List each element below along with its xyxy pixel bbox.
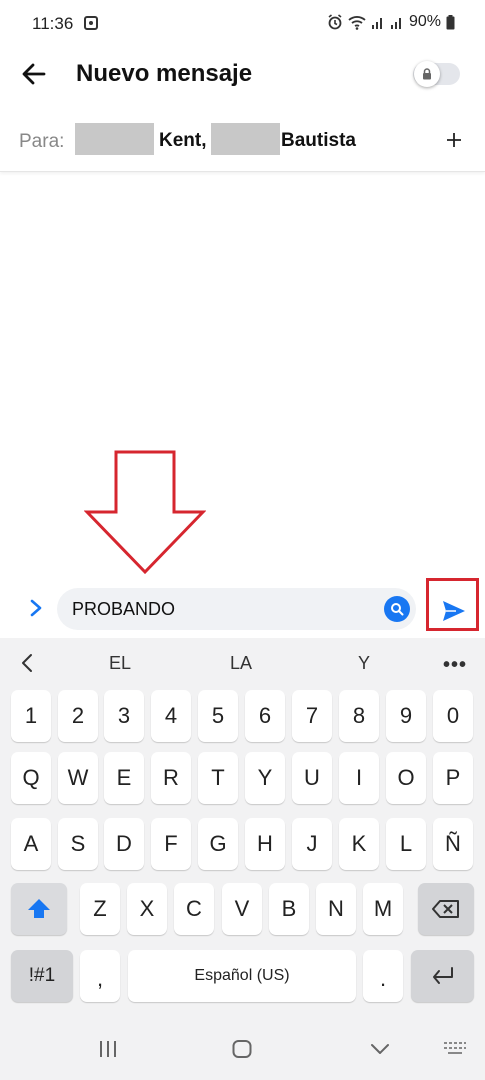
shift-icon <box>28 899 50 918</box>
suggestion-bar: EL LA Y ••• <box>0 638 485 688</box>
lock-icon <box>423 68 431 80</box>
key-y[interactable]: Y <box>245 752 285 804</box>
notification-icon <box>84 16 98 30</box>
key-g[interactable]: G <box>198 818 238 870</box>
suggestion-1[interactable]: EL <box>109 653 131 674</box>
chevron-left-icon[interactable] <box>20 653 34 673</box>
key-c[interactable]: C <box>174 883 214 935</box>
back-arrow-icon[interactable] <box>20 60 48 88</box>
key-w[interactable]: W <box>58 752 98 804</box>
signal-icon <box>371 18 382 29</box>
to-label: Para: <box>19 131 65 152</box>
key-7[interactable]: 7 <box>292 690 332 742</box>
key-h[interactable]: H <box>245 818 285 870</box>
key-l[interactable]: L <box>386 818 426 870</box>
home-icon[interactable] <box>232 1040 252 1058</box>
page-title: Nuevo mensaje <box>76 60 253 87</box>
navigation-bar <box>0 1018 485 1080</box>
send-button-highlight <box>426 578 479 631</box>
key-a[interactable]: A <box>11 818 51 870</box>
search-icon[interactable] <box>384 596 410 622</box>
backspace-icon <box>432 900 459 918</box>
shift-key[interactable] <box>11 883 67 935</box>
key-ñ[interactable]: Ñ <box>433 818 473 870</box>
wifi-icon <box>348 15 366 30</box>
annotation-down-arrow <box>84 450 206 575</box>
key-1[interactable]: 1 <box>11 690 51 742</box>
enter-icon <box>432 967 453 984</box>
key-8[interactable]: 8 <box>339 690 379 742</box>
key-v[interactable]: V <box>222 883 262 935</box>
add-recipient-icon[interactable] <box>446 132 462 148</box>
key-0[interactable]: 0 <box>433 690 473 742</box>
message-input[interactable]: PROBANDO <box>57 588 416 630</box>
battery-icon <box>446 14 455 29</box>
key-q[interactable]: Q <box>11 752 51 804</box>
key-k[interactable]: K <box>339 818 379 870</box>
more-options-icon[interactable]: ••• <box>443 654 467 677</box>
key-d[interactable]: D <box>104 818 144 870</box>
redacted-name-1 <box>75 123 154 155</box>
key-x[interactable]: X <box>127 883 167 935</box>
key-e[interactable]: E <box>104 752 144 804</box>
key-b[interactable]: B <box>269 883 309 935</box>
backspace-key[interactable] <box>418 883 474 935</box>
enter-key[interactable] <box>411 950 474 1002</box>
chevron-right-icon[interactable] <box>28 597 44 619</box>
keyboard-icon[interactable] <box>443 1040 467 1058</box>
keyboard: EL LA Y ••• 1234567890QWERTYUIOPASDFGHJK… <box>0 638 485 1018</box>
redacted-name-2 <box>211 123 280 155</box>
signal-icon-2 <box>390 18 401 29</box>
suggestion-3[interactable]: Y <box>358 653 370 674</box>
message-text: PROBANDO <box>72 599 176 619</box>
key-j[interactable]: J <box>292 818 332 870</box>
key-t[interactable]: T <box>198 752 238 804</box>
key-s[interactable]: S <box>58 818 98 870</box>
recipients-row: Para: Kent, Bautista <box>0 110 485 172</box>
recent-apps-icon[interactable] <box>98 1040 118 1058</box>
key-9[interactable]: 9 <box>386 690 426 742</box>
hide-keyboard-icon[interactable] <box>370 1040 390 1058</box>
message-composer: PROBANDO <box>0 580 485 636</box>
status-icons: 90% <box>327 13 455 31</box>
alarm-icon <box>328 14 342 30</box>
key-2[interactable]: 2 <box>58 690 98 742</box>
key-r[interactable]: R <box>151 752 191 804</box>
key-u[interactable]: U <box>292 752 332 804</box>
key-z[interactable]: Z <box>80 883 120 935</box>
status-time: 11:36 <box>32 14 74 33</box>
comma-key[interactable]: , <box>80 950 120 1002</box>
key-3[interactable]: 3 <box>104 690 144 742</box>
app-header: Nuevo mensaje <box>0 50 485 100</box>
battery-percent: 90% <box>408 13 441 30</box>
key-n[interactable]: N <box>316 883 356 935</box>
symbols-key[interactable]: !#1 <box>11 950 73 1002</box>
key-m[interactable]: M <box>363 883 403 935</box>
status-bar: 11:36 90% <box>0 0 485 50</box>
suggestion-2[interactable]: LA <box>230 653 252 674</box>
key-f[interactable]: F <box>151 818 191 870</box>
period-key[interactable]: . <box>363 950 403 1002</box>
key-4[interactable]: 4 <box>151 690 191 742</box>
key-i[interactable]: I <box>339 752 379 804</box>
secret-conversation-toggle[interactable] <box>413 61 460 87</box>
key-6[interactable]: 6 <box>245 690 285 742</box>
space-key[interactable]: Español (US) <box>128 950 356 1002</box>
key-o[interactable]: O <box>386 752 426 804</box>
recipient-2[interactable]: Bautista <box>281 130 356 152</box>
recipient-1[interactable]: Kent, <box>159 130 207 152</box>
key-p[interactable]: P <box>433 752 473 804</box>
toggle-knob <box>414 61 440 87</box>
key-5[interactable]: 5 <box>198 690 238 742</box>
